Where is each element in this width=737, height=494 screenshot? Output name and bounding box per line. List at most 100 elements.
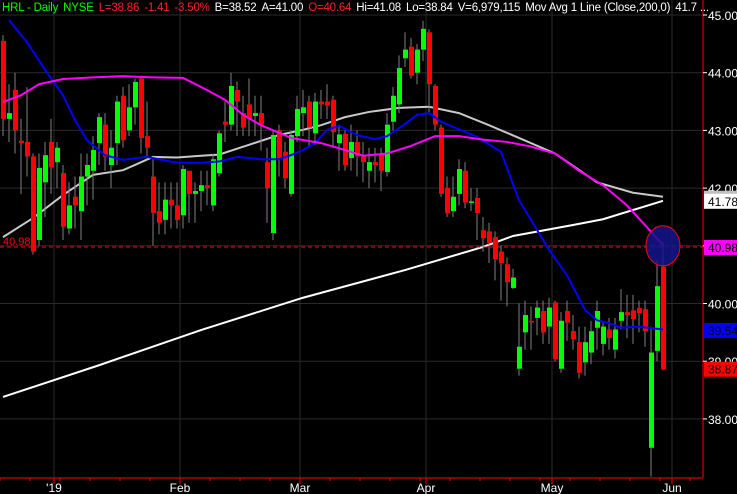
price-tick-label: 43.00: [708, 124, 737, 138]
candle-body: [253, 113, 258, 116]
candle-body: [313, 101, 318, 134]
candle-body: [133, 81, 138, 108]
candle: [181, 165, 186, 229]
candle-body: [259, 113, 264, 125]
candle-body: [589, 331, 594, 353]
price-tag-label: 38.87: [708, 363, 737, 377]
candle-body: [55, 147, 60, 163]
candle: [547, 297, 552, 344]
candle-body: [541, 311, 546, 333]
candle: [121, 87, 126, 148]
candle-body: [61, 173, 66, 227]
candle: [295, 95, 300, 142]
candle-body: [193, 190, 198, 194]
candle-body: [571, 331, 576, 340]
study-label: Mov Avg 1 Line (Close,200,0): [525, 2, 671, 14]
candle-body: [301, 107, 306, 114]
candle: [385, 113, 390, 177]
candle-body: [349, 141, 354, 159]
candle: [391, 87, 396, 131]
candle-body: [163, 199, 168, 220]
time-tick-label: Apr: [417, 481, 436, 494]
price-tick-label: 44.00: [708, 67, 737, 81]
candle: [397, 55, 402, 114]
candle-body: [181, 169, 186, 216]
candle: [133, 78, 138, 125]
candle-body: [415, 49, 420, 73]
candle-body: [547, 307, 552, 327]
candle-body: [661, 266, 666, 370]
candle-body: [307, 101, 312, 128]
candle: [229, 72, 234, 131]
candle-body: [619, 312, 624, 321]
change-value: -1.41: [144, 2, 170, 14]
candle: [403, 32, 408, 67]
price-chart[interactable]: 40.9845.0044.0043.0042.0041.0040.0039.00…: [0, 0, 737, 494]
candle-body: [397, 68, 402, 105]
candle-body: [409, 46, 414, 76]
candle-body: [451, 196, 456, 212]
candle-body: [73, 196, 78, 206]
time-tick-label: May: [541, 481, 564, 494]
candle: [631, 294, 636, 344]
candle: [31, 153, 36, 255]
candle: [7, 84, 12, 142]
candle-body: [523, 315, 528, 333]
candle-body: [85, 165, 90, 177]
candle: [451, 176, 456, 217]
candle: [445, 176, 450, 217]
candle: [535, 300, 540, 336]
candle-body: [565, 311, 570, 323]
candle: [493, 231, 498, 281]
candle-body: [121, 95, 126, 141]
candle: [463, 162, 468, 209]
candle-body: [625, 312, 630, 316]
candle: [649, 326, 654, 477]
candle-body: [649, 352, 654, 448]
candle: [409, 38, 414, 79]
candle-body: [43, 155, 48, 183]
candle-body: [463, 170, 468, 203]
candle: [37, 153, 42, 246]
candle: [559, 312, 564, 373]
time-tick-label: '19: [46, 481, 62, 494]
candle-body: [97, 117, 102, 144]
candle-body: [67, 205, 72, 229]
candle-body: [481, 230, 486, 239]
candle: [217, 130, 222, 177]
candle-body: [613, 329, 618, 350]
candle: [163, 182, 168, 235]
candle-body: [337, 134, 342, 144]
candle: [523, 300, 528, 350]
candle-body: [511, 277, 516, 288]
candle: [421, 20, 426, 62]
candle: [151, 159, 156, 246]
candle-body: [637, 308, 642, 314]
price-tag-label: 39.54: [708, 324, 737, 338]
candle-body: [469, 201, 474, 203]
candle: [571, 315, 576, 350]
candle: [529, 306, 534, 350]
candle-body: [91, 150, 96, 171]
last-price: L=38.86: [98, 2, 140, 14]
price-tag-label: 41.78: [708, 195, 737, 209]
candle: [175, 182, 180, 229]
candle-body: [289, 135, 294, 194]
candle-body: [235, 90, 240, 102]
candle: [577, 326, 582, 379]
candle-body: [187, 170, 192, 194]
symbol-label: HRL - Daily: [2, 2, 59, 14]
candle-body: [631, 310, 636, 320]
price-tick-label: 38.00: [708, 413, 737, 427]
candle-body: [391, 95, 396, 122]
candle-body: [361, 156, 366, 163]
candle-body: [7, 113, 12, 119]
candle: [361, 141, 366, 183]
high-price: Hi=41.08: [356, 2, 402, 14]
candle-body: [139, 78, 144, 138]
candle: [331, 95, 336, 148]
ask-price: A=41.00: [261, 2, 304, 14]
candle-body: [19, 140, 24, 144]
candle-body: [559, 320, 564, 369]
candle-body: [175, 205, 180, 220]
